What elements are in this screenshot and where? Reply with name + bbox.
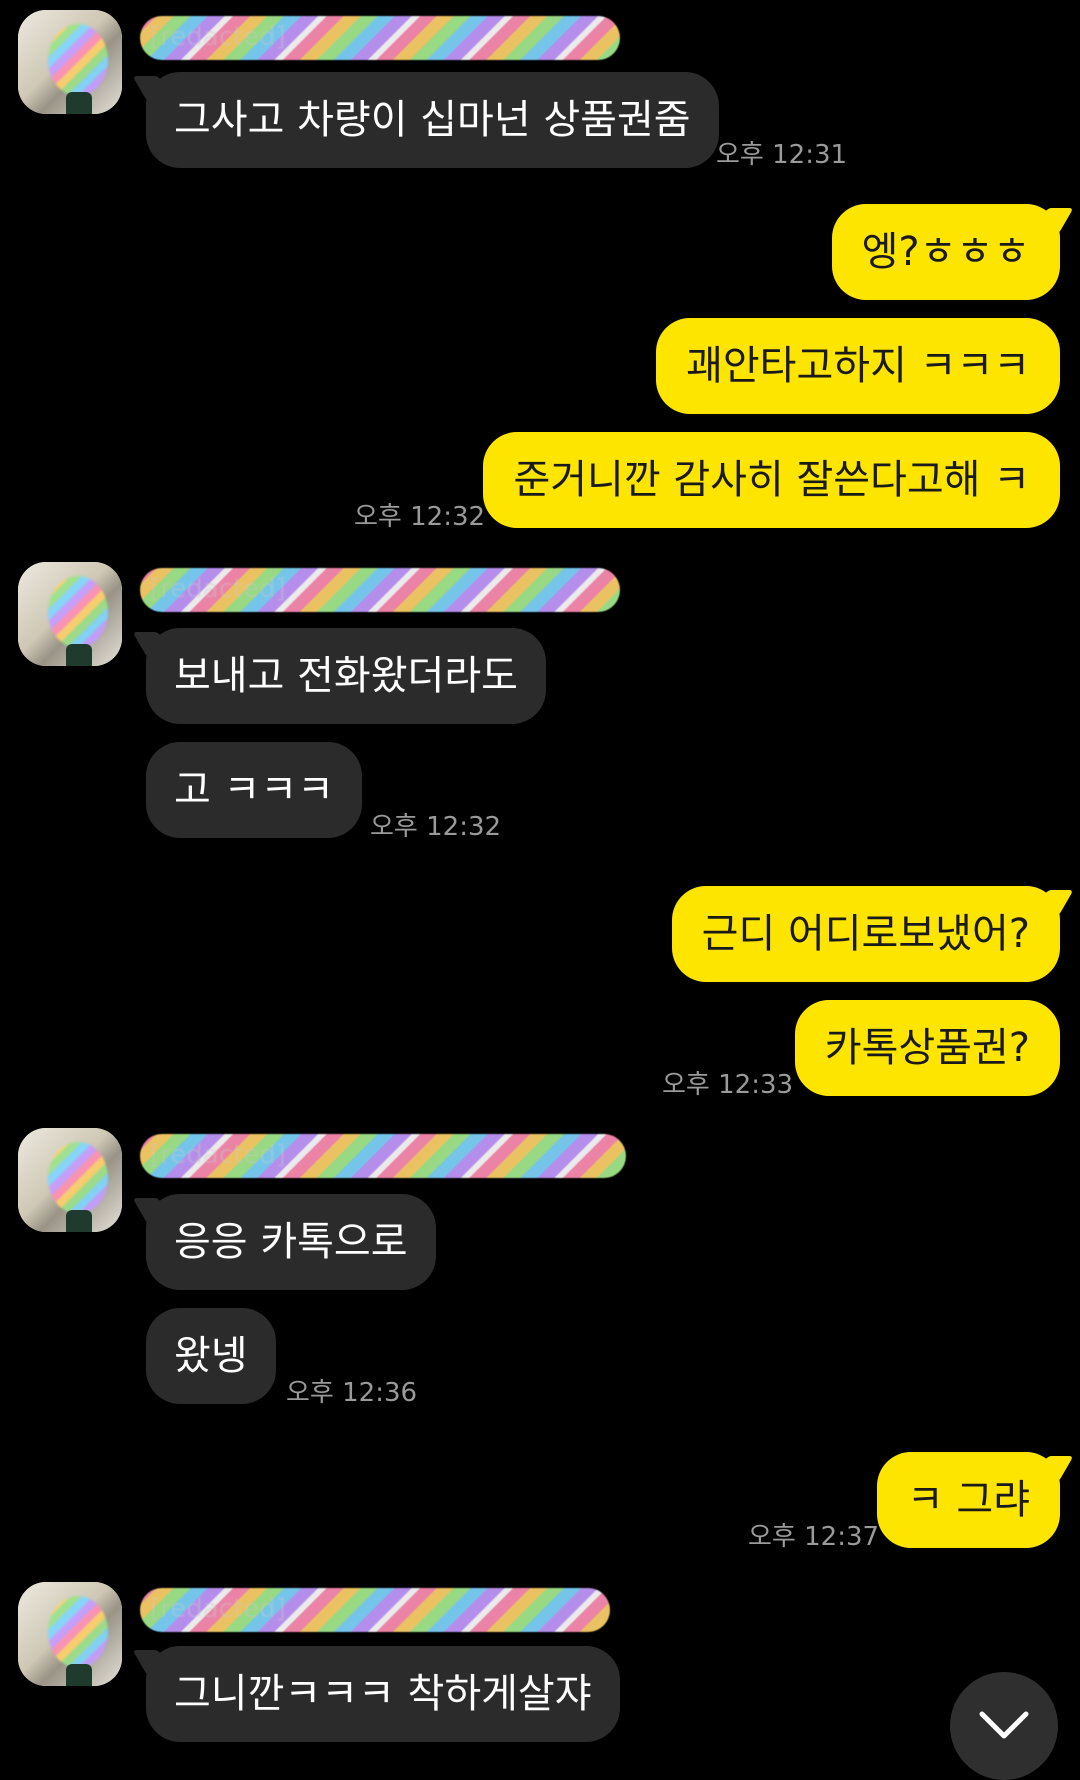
- message-bubble[interactable]: 그사고 차량이 십마넌 상품권줌: [146, 72, 719, 168]
- message-time: 오후 12:36: [286, 1378, 418, 1408]
- message-bubble[interactable]: 그니깐ㅋㅋㅋ 착하게살쟈: [146, 1646, 620, 1742]
- sender-name: [redacted]: [140, 1134, 626, 1178]
- message-bubble[interactable]: 고 ㅋㅋㅋ: [146, 742, 362, 838]
- message-time: 오후 12:31: [716, 140, 848, 170]
- message-bubble[interactable]: 괘안타고하지 ㅋㅋㅋ: [656, 318, 1060, 414]
- scroll-to-bottom-button[interactable]: [950, 1672, 1058, 1780]
- message-bubble[interactable]: 엥?ㅎㅎㅎ: [831, 204, 1060, 300]
- sender-name: [redacted]: [140, 1588, 610, 1632]
- sender-avatar[interactable]: [18, 1128, 122, 1232]
- sender-name: [redacted]: [140, 16, 620, 60]
- message-bubble[interactable]: 응응 카톡으로: [146, 1194, 436, 1290]
- message-bubble[interactable]: 왔넹: [146, 1308, 276, 1404]
- message-bubble[interactable]: ㅋ 그랴: [876, 1452, 1060, 1548]
- message-bubble[interactable]: 보내고 전화왔더라도: [146, 628, 546, 724]
- sender-avatar[interactable]: [18, 562, 122, 666]
- message-time: 오후 12:33: [662, 1070, 794, 1100]
- chevron-down-icon: [979, 1711, 1029, 1739]
- message-time: 오후 12:32: [354, 502, 486, 532]
- message-bubble[interactable]: 준거니깐 감사히 잘쓴다고해 ㅋ: [483, 432, 1060, 528]
- sender-avatar[interactable]: [18, 1582, 122, 1686]
- sender-avatar[interactable]: [18, 10, 122, 114]
- message-bubble[interactable]: 근디 어디로보냈어?: [671, 886, 1060, 982]
- message-bubble[interactable]: 카톡상품권?: [794, 1000, 1060, 1096]
- message-time: 오후 12:37: [748, 1522, 880, 1552]
- sender-name: [redacted]: [140, 568, 620, 612]
- message-time: 오후 12:32: [370, 812, 502, 842]
